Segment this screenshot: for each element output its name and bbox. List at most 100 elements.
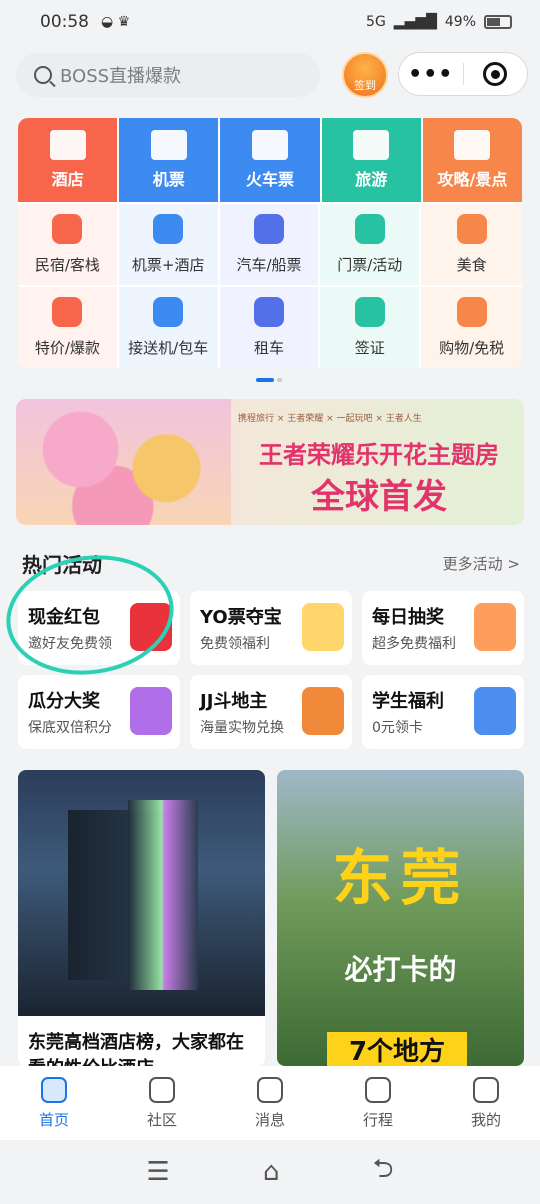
search-placeholder: BOSS直播爆款 xyxy=(60,66,182,87)
category-icon xyxy=(456,297,487,327)
content-feed: 东莞高档酒店榜，大家都在看的性价比酒店 东莞 必打卡的 7个地方 xyxy=(18,770,524,1066)
sub-category-label: 汽车/船票 xyxy=(236,256,302,274)
top-category-1[interactable]: 机票 xyxy=(119,118,221,202)
sub-category-1[interactable]: 机票+酒店 xyxy=(118,202,220,285)
tab-4[interactable]: 我的 xyxy=(432,1066,540,1140)
plane-icon xyxy=(150,130,187,160)
top-category-2[interactable]: 火车票 xyxy=(220,118,322,202)
category-icon xyxy=(153,297,184,327)
top-category-row: 酒店 机票 火车票 旅游 攻略/景点 xyxy=(18,118,522,202)
battery-icon xyxy=(484,15,512,29)
top-category-label: 机票 xyxy=(152,170,185,189)
category-icon xyxy=(153,214,184,244)
tab-label: 行程 xyxy=(362,1110,393,1129)
top-category-label: 旅游 xyxy=(355,170,388,189)
activity-image xyxy=(130,687,172,735)
sub-category-8[interactable]: 签证 xyxy=(320,285,422,368)
signal-icon: ▂▄▆█ xyxy=(393,14,437,30)
category-icon xyxy=(253,297,284,327)
sub-category-label: 门票/活动 xyxy=(337,256,403,274)
app-notification-icon: ◒ ♛ xyxy=(101,14,131,30)
activity-card-1[interactable]: YO票夺宝 免费领福利 xyxy=(190,591,352,665)
tab-2[interactable]: 消息 xyxy=(216,1066,324,1140)
category-icon xyxy=(52,214,83,244)
top-category-label: 酒店 xyxy=(51,170,84,189)
train-icon xyxy=(252,130,288,160)
feed-card-dongguan[interactable]: 东莞 必打卡的 7个地方 xyxy=(277,770,524,1066)
calendar-icon xyxy=(365,1076,391,1103)
sub-category-label: 机票+酒店 xyxy=(131,256,205,274)
sub-category-9[interactable]: 购物/免税 xyxy=(421,285,522,368)
battery-percent: 49% xyxy=(444,14,476,30)
activity-image xyxy=(474,603,516,651)
sub-category-label: 特价/爆款 xyxy=(34,339,100,357)
miniprogram-capsule: ••• xyxy=(398,52,528,96)
activity-image xyxy=(302,687,344,735)
category-icon xyxy=(253,214,284,244)
sub-category-5[interactable]: 特价/爆款 xyxy=(18,285,119,368)
sub-category-0[interactable]: 民宿/客栈 xyxy=(18,202,119,285)
more-activities-link[interactable]: 更多活动 > xyxy=(443,553,520,574)
guide-icon xyxy=(454,130,491,160)
activity-card-4[interactable]: JJ斗地主 海量实物兑换 xyxy=(190,675,352,749)
category-icon xyxy=(52,297,83,327)
top-category-label: 火车票 xyxy=(246,170,295,189)
clock: 00:58 xyxy=(40,12,89,32)
activity-card-3[interactable]: 瓜分大奖 保底双倍积分 xyxy=(18,675,180,749)
search-bar[interactable]: BOSS直播爆款 xyxy=(16,53,320,97)
top-category-3[interactable]: 旅游 xyxy=(321,118,423,202)
banner-subtitle: 全球首发 xyxy=(311,477,447,517)
top-category-4[interactable]: 攻略/景点 xyxy=(422,118,522,202)
hotel-photo xyxy=(18,770,265,1016)
activity-card-2[interactable]: 每日抽奖 超多免费福利 xyxy=(362,591,524,665)
search-row: BOSS直播爆款 签到 ••• xyxy=(16,52,528,98)
category-icon xyxy=(354,214,385,244)
tab-3[interactable]: 行程 xyxy=(324,1066,432,1140)
banner-title: 王者荣耀乐开花主题房 xyxy=(259,441,499,469)
network-label: 5G xyxy=(366,14,386,30)
sub-category-7[interactable]: 租车 xyxy=(219,285,321,368)
sub-category-label: 美食 xyxy=(456,256,487,274)
planet-icon xyxy=(149,1076,175,1103)
message-icon xyxy=(257,1076,283,1103)
palm-icon xyxy=(353,130,390,160)
tab-1[interactable]: 社区 xyxy=(108,1066,216,1140)
signin-button[interactable]: 签到 xyxy=(342,52,388,98)
category-icon xyxy=(354,297,385,327)
category-grid: 酒店 机票 火车票 旅游 攻略/景点 民宿/客栈 机票+酒店 汽车/船票 门票/活动 美食特价/… xyxy=(18,118,522,368)
tab-label: 我的 xyxy=(470,1110,501,1129)
feed-card-mid-text: 必打卡的 xyxy=(344,953,457,986)
top-category-0[interactable]: 酒店 xyxy=(18,118,120,202)
status-bar: 00:58 ◒ ♛ 5G ▂▄▆█ 49% xyxy=(0,0,540,44)
top-category-label: 攻略/景点 xyxy=(437,170,508,189)
sub-category-2[interactable]: 汽车/船票 xyxy=(219,202,321,285)
sub-category-4[interactable]: 美食 xyxy=(421,202,522,285)
activity-image xyxy=(302,603,344,651)
feed-card-title: 东莞高档酒店榜，大家都在看的性价比酒店 xyxy=(28,1032,244,1066)
signin-label: 签到 xyxy=(354,79,376,92)
target-icon[interactable] xyxy=(464,62,528,86)
hotel-icon xyxy=(49,130,86,160)
sub-category-label: 租车 xyxy=(253,339,284,357)
category-icon xyxy=(456,214,487,244)
banner-illustration xyxy=(16,399,231,525)
sub-category-grid: 民宿/客栈 机票+酒店 汽车/船票 门票/活动 美食特价/爆款 接送机/包车 租车 签证 购物/… xyxy=(18,202,522,368)
activity-card-5[interactable]: 学生福利 0元领卡 xyxy=(362,675,524,749)
sub-category-6[interactable]: 接送机/包车 xyxy=(118,285,220,368)
tab-0[interactable]: 首页 xyxy=(0,1066,108,1140)
more-dots-icon[interactable]: ••• xyxy=(399,62,463,87)
sub-category-label: 接送机/包车 xyxy=(128,339,209,357)
promo-banner[interactable]: 携程旅行 × 王者荣耀 × 一起玩吧 × 王者人生 王者荣耀乐开花主题房 全球首… xyxy=(16,399,524,525)
activity-image xyxy=(474,687,516,735)
menu-nav-icon[interactable]: ☰ xyxy=(147,1157,170,1187)
tab-label: 首页 xyxy=(38,1110,69,1129)
sub-category-label: 签证 xyxy=(354,339,385,357)
sub-category-3[interactable]: 门票/活动 xyxy=(320,202,422,285)
home-icon xyxy=(41,1076,67,1103)
grid-pager xyxy=(256,378,282,382)
back-nav-icon[interactable]: ⮌ xyxy=(373,1150,394,1194)
bottom-tab-bar: 首页 社区 消息 行程 我的 xyxy=(0,1066,540,1140)
feed-card-bottom-text: 7个地方 xyxy=(327,1032,467,1066)
feed-card-hotel[interactable]: 东莞高档酒店榜，大家都在看的性价比酒店 xyxy=(18,770,265,1066)
home-nav-icon[interactable]: ⌂ xyxy=(263,1157,280,1187)
